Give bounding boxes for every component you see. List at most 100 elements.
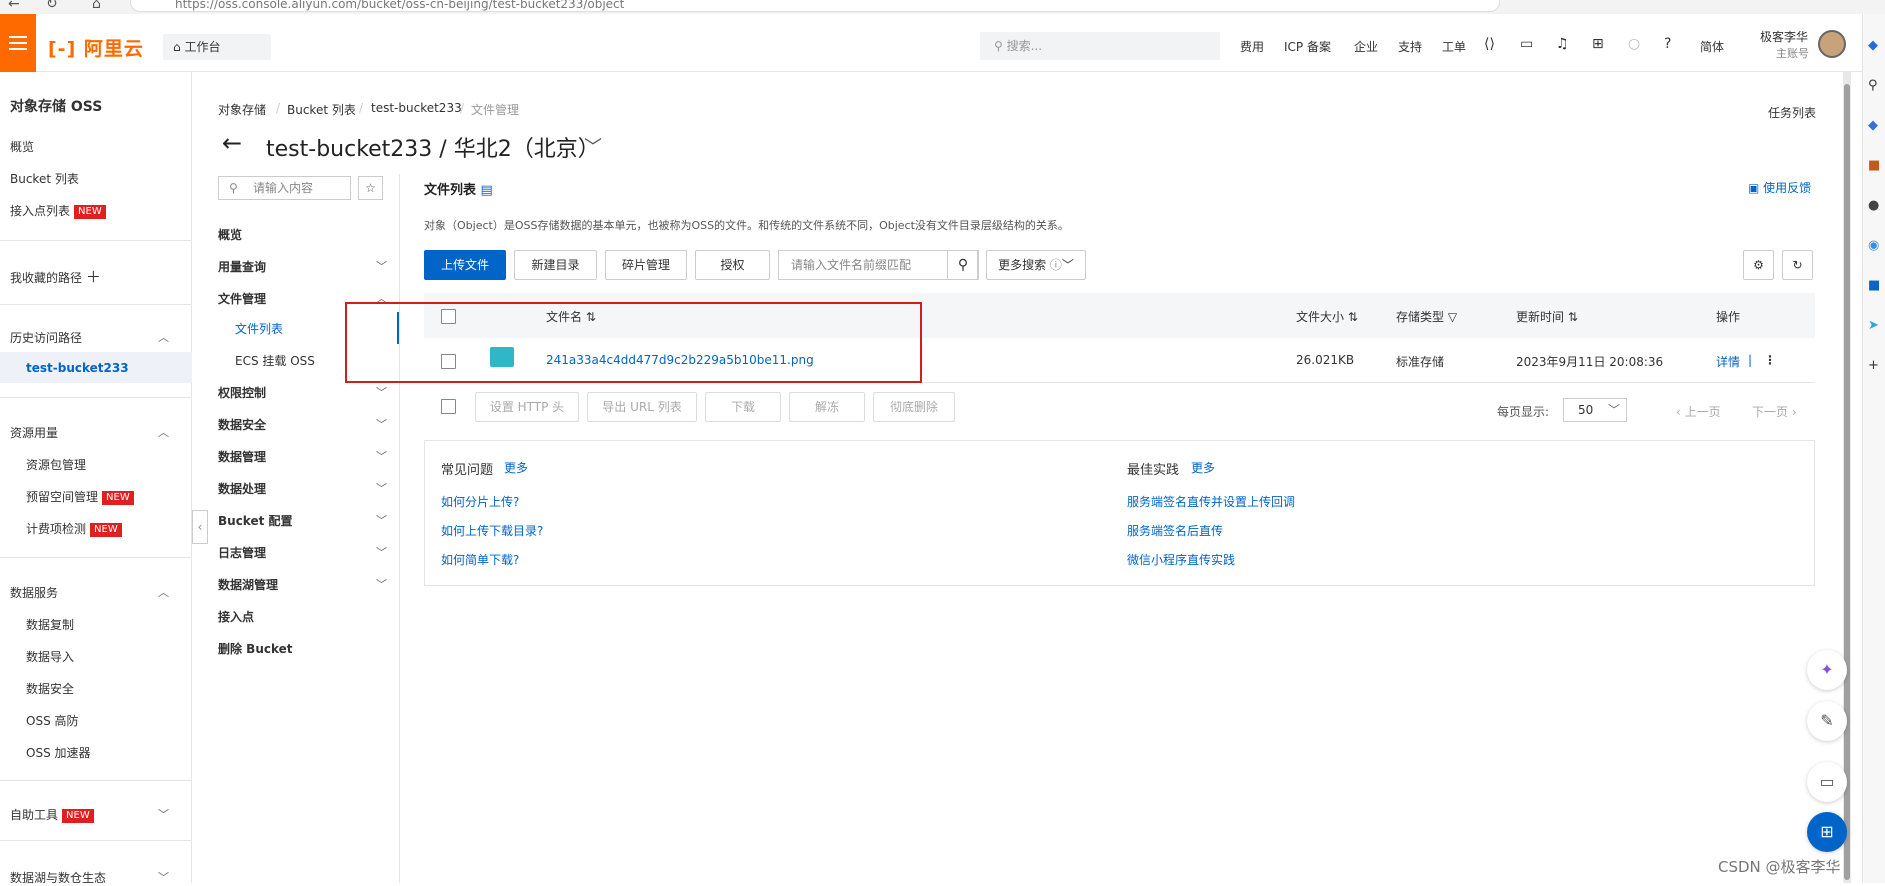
subnav-item-file-mgmt[interactable]: 文件管理 [218,290,266,307]
chevron-down-icon[interactable]: ﹀ [376,258,387,274]
chevron-down-icon[interactable]: ﹀ [584,133,602,159]
back-arrow-icon[interactable]: ← [222,129,242,157]
faq-link-multipart[interactable]: 如何分片上传? [441,493,519,510]
sidebar-item-oss-accelerator[interactable]: OSS 加速器 [26,744,91,761]
subnav-item-overview[interactable]: 概览 [218,226,242,243]
apps-icon[interactable]: ⊞ [1807,812,1847,852]
column-storage-type[interactable]: 存储类型 ▽ [1396,308,1457,325]
more-search-button[interactable]: 更多搜索 ⓘ﹀ [986,250,1086,280]
best-practice-more-link[interactable]: 更多 [1191,459,1215,476]
code-icon[interactable]: ⟨⟩ [1484,36,1495,52]
top-search-input[interactable]: ⚲ 搜索... [980,32,1220,60]
subnav-item-file-list[interactable]: 文件列表 [235,320,283,337]
add-icon[interactable]: + [1868,358,1879,373]
cart-icon[interactable]: ⊞ [1592,36,1604,52]
chevron-up-icon[interactable]: ︿ [158,424,169,440]
subnav-search-input[interactable]: ⚲ 请输入内容 [218,176,351,200]
language-switch[interactable]: 简体 [1700,38,1724,55]
practice-link-signed[interactable]: 服务端签名后直传 [1127,522,1223,539]
aliyun-logo[interactable]: [-] 阿里云 [48,34,144,61]
circle-icon[interactable]: ◉ [1868,238,1879,253]
chevron-down-icon[interactable]: ﹀ [376,576,387,592]
faq-link-download[interactable]: 如何简单下载? [441,551,519,568]
sidebar-item-data-import[interactable]: 数据导入 [26,648,74,665]
bulk-select-checkbox[interactable] [441,399,456,414]
subnav-item-data-security[interactable]: 数据安全 [218,416,266,433]
subnav-item-permission[interactable]: 权限控制 [218,384,266,401]
nav-link-enterprise[interactable]: 企业 [1354,38,1378,55]
edit-icon[interactable]: ✎ [1807,701,1847,741]
sidebar-section-history[interactable]: 历史访问路径 [10,329,82,346]
nav-link-icp[interactable]: ICP 备案 [1284,38,1331,55]
sidebar-section-resource[interactable]: 资源用量 [10,424,58,441]
task-list-link[interactable]: 任务列表 [1768,104,1816,121]
subnav-item-access-point[interactable]: 接入点 [218,608,254,625]
breadcrumb-bucket[interactable]: test-bucket233 [371,101,462,115]
search-icon[interactable]: ⚲ [947,250,979,280]
reload-icon[interactable]: ↻ [46,0,58,12]
sidebar-item-data-security[interactable]: 数据安全 [26,680,74,697]
user-name[interactable]: 极客李华 [1760,28,1808,45]
more-actions-icon[interactable]: ⋮ [1764,353,1776,367]
sidebar-item-data-replication[interactable]: 数据复制 [26,616,74,633]
download-button[interactable]: 下载 [705,392,781,422]
lightbulb-icon[interactable]: ○ [1628,36,1640,52]
avatar[interactable] [1818,30,1846,58]
help-icon[interactable]: ? [1664,36,1671,52]
subnav-item-usage[interactable]: 用量查询 [218,258,266,275]
column-size[interactable]: 文件大小 ⇅ [1296,308,1358,325]
new-folder-button[interactable]: 新建目录 [514,250,597,280]
sidebar-section-lake[interactable]: 数据湖与数仓生态 [10,869,106,886]
sidebar-item-resource-pack[interactable]: 资源包管理 [26,456,86,473]
sidebar-section-tools[interactable]: 自助工具 NEW [10,806,94,823]
briefcase-icon[interactable]: ■ [1868,158,1880,173]
collapse-sidebar-button[interactable]: ‹ [192,510,208,544]
chevron-up-icon[interactable]: ︿ [158,584,169,600]
practice-link-miniapp[interactable]: 微信小程序直传实践 [1127,551,1235,568]
fragment-mgmt-button[interactable]: 碎片管理 [605,250,687,280]
address-bar[interactable]: https://oss.console.aliyun.com/bucket/os… [130,0,1500,12]
sidebar-item-bucket-list[interactable]: Bucket 列表 [10,170,79,187]
next-page-button[interactable]: 下一页 › [1752,403,1797,420]
nav-link-support[interactable]: 支持 [1398,38,1422,55]
sidebar-item-reserved-space[interactable]: 预留空间管理 NEW [26,488,134,505]
ai-assistant-icon[interactable]: ✦ [1807,650,1847,690]
star-icon[interactable]: ☆ [358,176,383,200]
sidebar-item-billing-check[interactable]: 计费项检测 NEW [26,520,122,537]
detail-link[interactable]: 详情 [1716,353,1740,370]
sidebar-item-history-bucket[interactable]: test-bucket233 [26,361,129,375]
scrollbar-thumb[interactable] [1844,84,1850,880]
permanent-delete-button[interactable]: 彻底删除 [873,392,955,422]
sidebar-section-data-service[interactable]: 数据服务 [10,584,58,601]
chevron-up-icon[interactable]: ︿ [158,329,169,345]
settings-icon[interactable]: ⚙ [1743,250,1774,280]
chevron-down-icon[interactable]: ﹀ [376,416,387,432]
sidebar-item-favorites[interactable]: 我收藏的路径 ＋ [10,266,101,287]
subnav-item-data-processing[interactable]: 数据处理 [218,480,266,497]
subnav-item-lake-mgmt[interactable]: 数据湖管理 [218,576,278,593]
subnav-item-bucket-config[interactable]: Bucket 配置 [218,512,293,529]
sidebar-item-access-points[interactable]: 接入点列表 NEW [10,202,106,219]
chat-icon[interactable]: ▭ [1807,762,1847,802]
diamond-icon[interactable]: ◆ [1868,118,1878,133]
workbench-button[interactable]: ⌂ 工作台 [163,34,271,60]
search-icon[interactable]: ⚲ [1868,78,1878,93]
nav-link-fees[interactable]: 费用 [1240,38,1264,55]
back-icon[interactable]: ← [8,0,20,12]
column-updated[interactable]: 更新时间 ⇅ [1516,308,1578,325]
set-http-header-button[interactable]: 设置 HTTP 头 [475,392,579,422]
person-icon[interactable]: ● [1868,198,1879,213]
subnav-item-log-mgmt[interactable]: 日志管理 [218,544,266,561]
sidebar-item-oss-ddos[interactable]: OSS 高防 [26,712,79,729]
send-icon[interactable]: ➤ [1868,318,1879,333]
faq-more-link[interactable]: 更多 [504,459,528,476]
faq-link-directory[interactable]: 如何上传下载目录? [441,522,543,539]
feedback-link[interactable]: ▣ 使用反馈 [1748,179,1811,196]
subnav-item-ecs-mount[interactable]: ECS 挂载 OSS [235,352,315,369]
sidebar-item-overview[interactable]: 概览 [10,138,34,155]
subnav-item-data-mgmt[interactable]: 数据管理 [218,448,266,465]
home-icon[interactable]: ⌂ [92,0,101,12]
bell-icon[interactable]: ♫ [1556,36,1569,52]
chevron-down-icon[interactable]: ﹀ [376,544,387,560]
refresh-icon[interactable]: ↻ [1782,250,1813,280]
